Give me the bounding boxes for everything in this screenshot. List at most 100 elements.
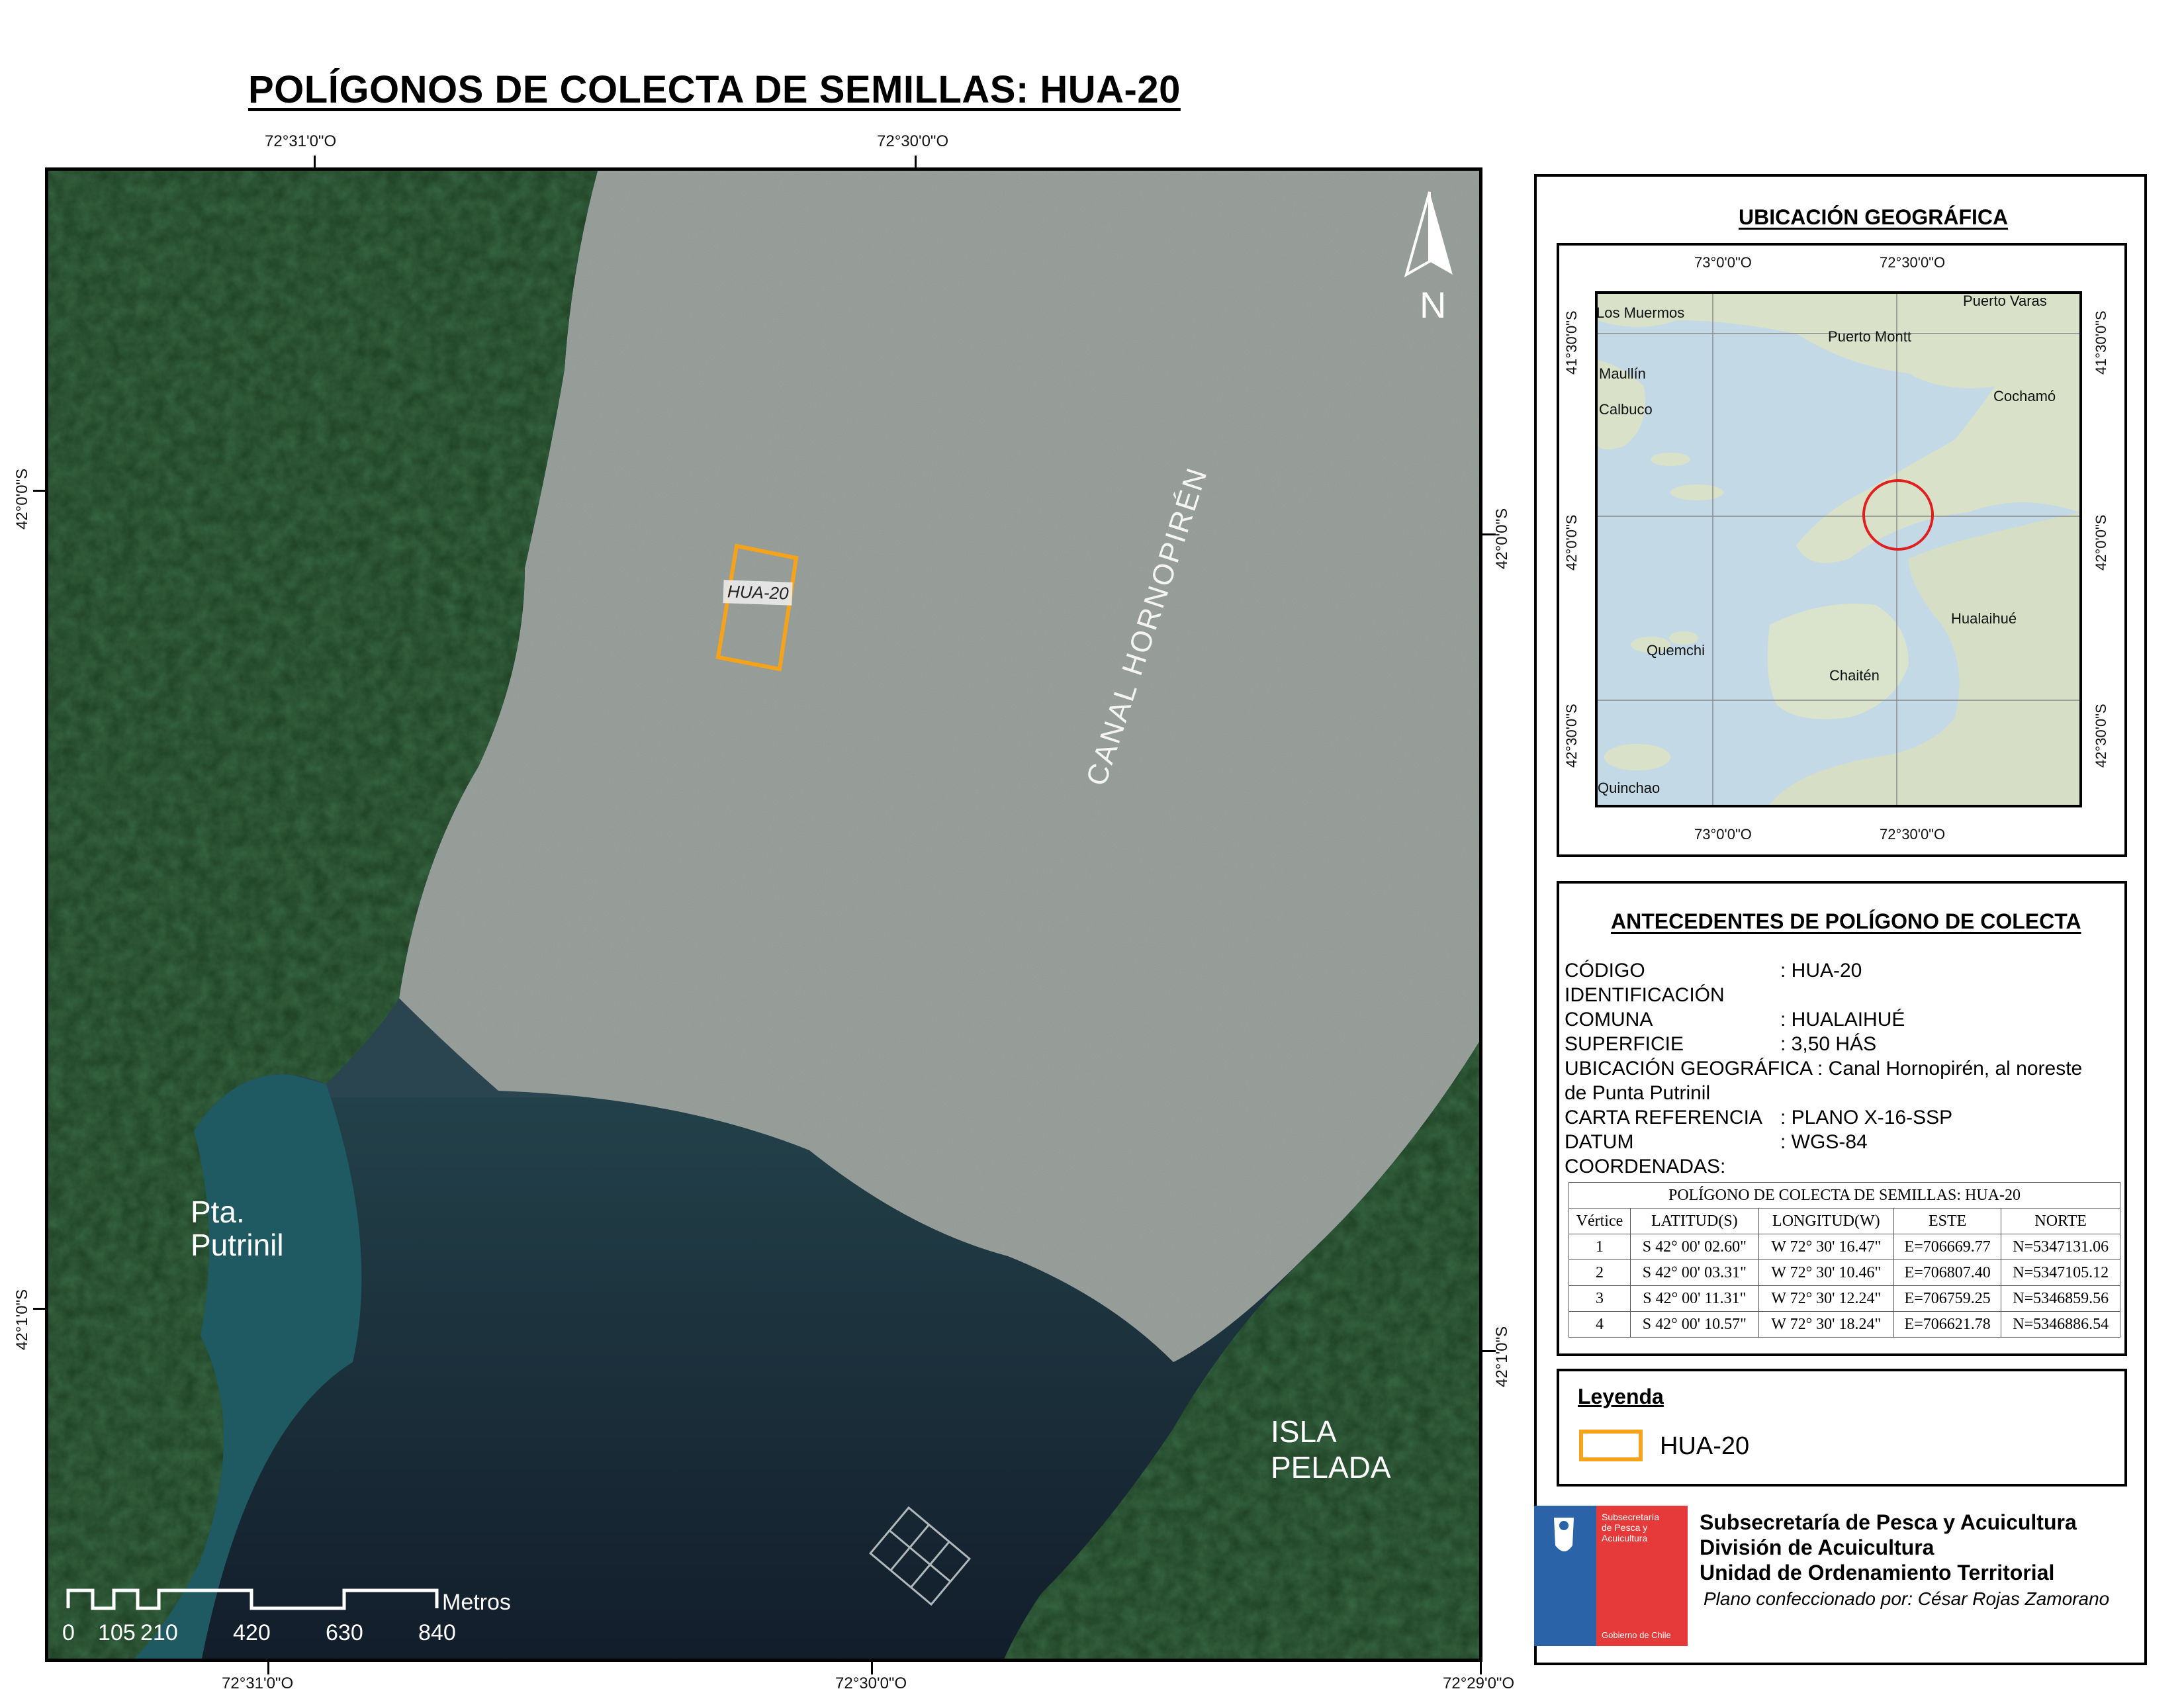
right-tick-2 [1482, 1350, 1496, 1352]
town-chaiten: Chaitén [1829, 667, 1880, 684]
table-cell: W 72° 30' 10.46" [1758, 1259, 1894, 1286]
table-cell: W 72° 30' 12.24" [1758, 1285, 1894, 1312]
logo-text-1: Subsecretaría [1602, 1512, 1659, 1522]
table-cell: S 42° 00' 10.57" [1629, 1311, 1759, 1338]
table-cell: N=5346886.54 [2001, 1311, 2120, 1338]
inset-top-coord-1: 73°0'0"O [1694, 254, 1752, 271]
bottom-tick-1 [267, 1661, 269, 1674]
inset-island-4 [1670, 484, 1723, 500]
town-puerto-varas: Puerto Varas [1963, 293, 2047, 309]
table-cell: 4 [1569, 1311, 1631, 1338]
left-coord-1: 42°0'0"S [13, 468, 31, 529]
north-label: N [1420, 284, 1447, 326]
pta-label-line2: Putrinil [191, 1228, 284, 1262]
town-calbuco: Calbuco [1599, 401, 1653, 418]
inset-right-coord-3: 42°30'0"S [2093, 704, 2109, 768]
table-header: ESTE [1893, 1208, 2002, 1234]
town-los-muermos: Los Muermos [1596, 304, 1685, 321]
logo-bottom-text: Gobierno de Chile [1602, 1630, 1671, 1640]
inset-terrain [1598, 294, 2079, 805]
bottom-tick-2 [871, 1661, 873, 1674]
map-title: POLÍGONOS DE COLECTA DE SEMILLAS: HUA-20 [248, 68, 1181, 111]
pta-label-line1: Pta. [191, 1195, 245, 1229]
info-label-carta: CARTA REFERENCIA [1565, 1107, 1762, 1128]
info-ubicacion-cont: de Punta Putrinil [1565, 1082, 1711, 1104]
town-hualaihue: Hualaihué [1951, 610, 2017, 627]
table-header: Vértice [1569, 1208, 1631, 1234]
table-caption: POLÍGONO DE COLECTA DE SEMILLAS: HUA-20 [1569, 1182, 2120, 1209]
table-cell: W 72° 30' 18.24" [1758, 1311, 1894, 1338]
town-puerto-montt: Puerto Montt [1828, 328, 1911, 345]
scale-bar [66, 1588, 439, 1610]
info-label-codigo: CÓDIGO [1565, 960, 1645, 982]
bottom-tick-3 [1480, 1661, 1482, 1674]
info-label-coordenadas: COORDENADAS: [1565, 1156, 1726, 1177]
inset-bottom-coord-2: 72°30'0"O [1880, 826, 1946, 843]
scale-tick-420: 420 [233, 1620, 271, 1645]
logo-text-3: Acuicultura [1602, 1533, 1647, 1543]
bottom-coord-3: 72°29'0"O [1443, 1674, 1515, 1692]
table-row: 1 S 42° 00' 02.60" W 72° 30' 16.47" E=70… [1569, 1234, 2120, 1260]
scale-tick-0: 0 [62, 1620, 75, 1645]
top-tick-1 [314, 156, 316, 169]
scale-tick-630: 630 [326, 1620, 363, 1645]
inset-bottom-coord-1: 73°0'0"O [1694, 826, 1752, 843]
location-title: UBICACIÓN GEOGRÁFICA [1739, 205, 2009, 229]
government-logo: Subsecretaría de Pesca y Acuicultura Gob… [1534, 1506, 1688, 1646]
scale-tick-105: 105 [98, 1620, 136, 1645]
isla-label-line2: PELADA [1271, 1450, 1391, 1485]
table-cell: E=706759.25 [1893, 1285, 2002, 1312]
bottom-coord-2: 72°30'0"O [835, 1674, 907, 1692]
table-header: LATITUD(S) [1629, 1208, 1759, 1234]
town-quinchao: Quinchao [1598, 780, 1661, 796]
table-cell: S 42° 00' 11.31" [1629, 1285, 1759, 1312]
isla-label-line1: ISLA [1271, 1414, 1337, 1449]
top-coord-2: 72°30'0"O [877, 132, 949, 150]
coordinates-table: POLÍGONO DE COLECTA DE SEMILLAS: HUA-20 … [1569, 1182, 2120, 1338]
table-header: LONGITUD(W) [1758, 1208, 1894, 1234]
table-cell: E=706669.77 [1893, 1234, 2002, 1260]
right-coord-1: 42°0'0"S [1493, 508, 1511, 569]
logo-text-2: de Pesca y [1602, 1522, 1647, 1533]
table-row: 2 S 42° 00' 03.31" W 72° 30' 10.46" E=70… [1569, 1259, 2120, 1286]
info-value-codigo: : HUA-20 [1780, 960, 1862, 982]
info-title: ANTECEDENTES DE POLÍGONO DE COLECTA [1611, 909, 2081, 933]
legend-title: Leyenda [1578, 1385, 1664, 1408]
info-label-ubicacion: UBICACIÓN GEOGRÁFICA [1565, 1058, 1813, 1079]
inset-right-coord-2: 42°0'0"S [2093, 514, 2109, 571]
right-coord-2: 42°1'0"S [1493, 1326, 1511, 1387]
institution-line-1: Subsecretaría de Pesca y Acuicultura [1700, 1510, 2077, 1534]
legend-swatch [1579, 1430, 1643, 1461]
table-cell: 1 [1569, 1234, 1631, 1260]
info-value-carta: : PLANO X-16-SSP [1780, 1107, 1953, 1128]
top-tick-2 [915, 156, 917, 169]
town-maullin: Maullín [1599, 365, 1646, 382]
table-cell: S 42° 00' 02.60" [1629, 1234, 1759, 1260]
inset-top-coord-2: 72°30'0"O [1880, 254, 1946, 271]
info-label-identificacion: IDENTIFICACIÓN [1565, 984, 1725, 1006]
info-label-datum: DATUM [1565, 1131, 1634, 1153]
info-value-superficie: : 3,50 HÁS [1780, 1033, 1877, 1055]
table-row: 4 S 42° 00' 10.57" W 72° 30' 18.24" E=70… [1569, 1311, 2120, 1338]
inset-island-5 [1651, 453, 1690, 466]
legend-item-label: HUA-20 [1660, 1432, 1750, 1460]
institution-line-2: División de Acuicultura [1700, 1535, 1934, 1559]
scale-tick-840: 840 [418, 1620, 456, 1645]
info-value-comuna: : HUALAIHUÉ [1780, 1009, 1905, 1030]
table-cell: E=706621.78 [1893, 1311, 2002, 1338]
info-label-comuna: COMUNA [1565, 1009, 1653, 1030]
town-cochamo: Cochamó [1993, 388, 2056, 404]
table-cell: N=5347105.12 [2001, 1259, 2120, 1286]
scale-unit: Metros [442, 1590, 511, 1615]
institution-line-3: Unidad de Ordenamiento Territorial [1700, 1561, 2055, 1584]
author-credit: Plano confeccionado por: César Rojas Zam… [1704, 1588, 2110, 1609]
inset-island-3 [1604, 744, 1670, 770]
table-cell: 2 [1569, 1259, 1631, 1286]
left-tick-1 [33, 490, 46, 492]
inset-left-coord-3: 42°30'0"S [1563, 704, 1580, 768]
info-label-superficie: SUPERFICIE [1565, 1033, 1684, 1055]
right-tick-1 [1482, 533, 1496, 535]
main-satellite-map[interactable] [45, 167, 1482, 1662]
location-inset-map[interactable] [1595, 291, 2082, 807]
town-quemchi: Quemchi [1647, 642, 1706, 659]
